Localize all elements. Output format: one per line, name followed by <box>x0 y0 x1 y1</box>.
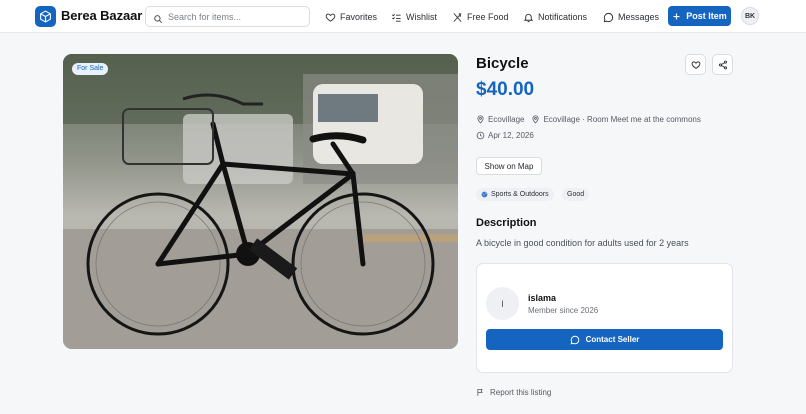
date-row: Apr 12, 2026 <box>476 131 534 140</box>
category-tag[interactable]: Sports & Outdoors <box>476 188 554 201</box>
clock-icon <box>476 131 485 140</box>
condition-label: Good <box>567 191 585 198</box>
post-item-label: Post Item <box>686 11 727 21</box>
listing-price: $40.00 <box>476 79 535 100</box>
contact-seller-label: Contact Seller <box>585 335 640 344</box>
search-input[interactable] <box>168 9 306 25</box>
share-button[interactable] <box>712 54 733 75</box>
nav-wishlist-label: Wishlist <box>406 12 437 22</box>
flag-icon <box>477 389 483 396</box>
nav-notifications-label: Notifications <box>538 12 588 22</box>
bell-icon <box>523 13 534 22</box>
listing-photo[interactable] <box>63 54 458 349</box>
location-secondary: Ecovillage · Room Meet me at the commons <box>543 115 701 124</box>
app-name[interactable]: Berea Bazaar <box>61 8 142 23</box>
nav-favorites-label: Favorites <box>340 12 378 22</box>
nav-messages-label: Messages <box>618 12 660 22</box>
seller-name[interactable]: islama <box>528 293 556 303</box>
category-label: Sports & Outdoors <box>491 191 549 198</box>
utensils-icon <box>453 12 462 22</box>
for-sale-badge: For Sale <box>72 63 109 75</box>
message-icon <box>570 335 579 344</box>
message-icon <box>603 12 614 22</box>
report-listing-link[interactable]: Report this listing <box>476 388 551 397</box>
plus-icon <box>673 13 680 19</box>
map-pin-icon <box>532 115 540 124</box>
nav-messages[interactable]: Messages <box>603 9 659 25</box>
search-bar[interactable] <box>145 6 310 27</box>
top-navbar: Berea Bazaar Favorites Wishlist Free Foo… <box>0 0 806 33</box>
seller-card <box>476 263 733 373</box>
nav-free-food[interactable]: Free Food <box>452 9 509 25</box>
share-icon <box>718 60 727 69</box>
map-pin-icon <box>477 115 484 124</box>
condition-tag: Good <box>562 188 590 201</box>
nav-free-food-label: Free Food <box>467 12 509 22</box>
description-heading: Description <box>476 217 537 229</box>
heart-icon <box>691 60 700 69</box>
listing-title: Bicycle <box>476 55 529 72</box>
favorite-button[interactable] <box>685 54 706 75</box>
search-icon <box>153 11 163 29</box>
logo-icon[interactable] <box>35 6 56 27</box>
seller-avatar[interactable]: I <box>486 287 519 320</box>
user-avatar[interactable]: BK <box>741 7 759 25</box>
list-icon <box>392 13 401 22</box>
post-item-button[interactable]: Post Item <box>668 6 731 26</box>
contact-seller-button[interactable]: Contact Seller <box>486 329 723 350</box>
heart-icon <box>325 13 336 22</box>
show-on-map-button[interactable]: Show on Map <box>476 157 542 175</box>
location-primary: Ecovillage <box>488 115 525 124</box>
description-text: A bicycle in good condition for adults u… <box>476 238 689 248</box>
location-row: Ecovillage Ecovillage · Room Meet me at … <box>476 115 701 124</box>
seller-member-since: Member since 2026 <box>528 306 599 315</box>
nav-favorites[interactable]: Favorites <box>325 9 377 25</box>
report-label: Report this listing <box>490 388 552 397</box>
listing-date: Apr 12, 2026 <box>488 131 534 140</box>
nav-wishlist[interactable]: Wishlist <box>391 9 437 25</box>
nav-notifications[interactable]: Notifications <box>523 9 587 25</box>
globe-icon <box>481 191 488 198</box>
